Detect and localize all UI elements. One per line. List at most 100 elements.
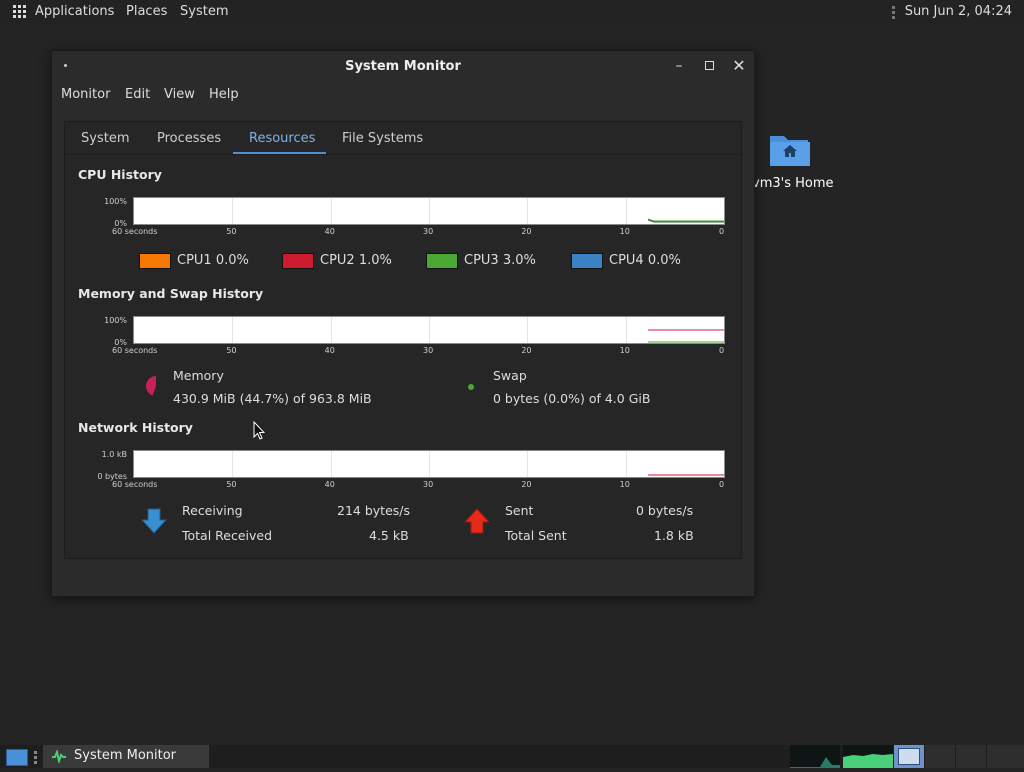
menu-edit[interactable]: Edit — [125, 87, 150, 102]
system-menu[interactable]: System — [180, 4, 228, 19]
menu-view[interactable]: View — [164, 87, 195, 102]
sent-arrow-icon[interactable] — [463, 508, 491, 534]
workspace-3[interactable] — [956, 745, 986, 768]
cpu4-color-swatch[interactable] — [571, 253, 603, 269]
close-button[interactable]: ✕ — [729, 56, 749, 76]
window-title: System Monitor — [345, 59, 461, 74]
memory-pie-icon[interactable] — [145, 374, 167, 398]
graph-gridline — [330, 198, 332, 224]
graph-gridline — [232, 317, 234, 343]
x-tick-label: 50 — [226, 227, 237, 236]
x-tick-label: 30 — [423, 227, 434, 236]
resources-panel: System Processes Resources File Systems … — [64, 121, 742, 559]
swap-pie-icon[interactable] — [468, 384, 474, 390]
total-sent-label: Total Sent — [505, 528, 567, 543]
taskbar-handle-icon — [34, 751, 37, 766]
menu-monitor[interactable]: Monitor — [61, 87, 110, 102]
cpu2-label: CPU2 1.0% — [320, 253, 392, 268]
receiving-label: Receiving — [182, 503, 243, 518]
system-monitor-window: System Monitor – ✕ Monitor Edit View Hel… — [51, 50, 755, 597]
x-tick-label: 20 — [521, 480, 532, 489]
x-tick-label: 10 — [619, 480, 630, 489]
x-tick-label: 40 — [324, 346, 335, 355]
cpu-history-title: CPU History — [78, 167, 162, 182]
taskbar-system-monitor[interactable]: System Monitor — [43, 745, 209, 768]
x-tick-label: 50 — [226, 346, 237, 355]
memory-monitor-applet[interactable] — [843, 745, 893, 768]
cpu-history-graph — [133, 197, 725, 225]
cpu1-label: CPU1 0.0% — [177, 253, 249, 268]
graph-gridline — [232, 451, 234, 477]
cpu3-color-swatch[interactable] — [426, 253, 458, 269]
graph-gridline — [428, 451, 430, 477]
x-tick-label: 0 — [719, 227, 725, 236]
home-folder-label[interactable]: vm3's Home — [752, 176, 834, 191]
x-tick-label: 40 — [324, 480, 335, 489]
graph-gridline — [232, 198, 234, 224]
x-tick-label: 10 — [619, 227, 630, 236]
maximize-icon — [704, 61, 714, 70]
show-desktop-button[interactable] — [6, 749, 28, 766]
graph-gridline — [527, 317, 529, 343]
graph-gridline — [428, 198, 430, 224]
home-folder-icon[interactable] — [769, 132, 811, 168]
memory-history-title: Memory and Swap History — [78, 286, 264, 301]
cpu-monitor-applet[interactable] — [790, 745, 840, 768]
applications-menu[interactable]: Applications — [35, 4, 114, 19]
maximize-button[interactable] — [699, 56, 719, 76]
network-history-title: Network History — [78, 420, 193, 435]
memory-y-top: 100% — [104, 316, 127, 325]
sent-value: 0 bytes/s — [636, 503, 694, 518]
workspace-1[interactable] — [894, 745, 924, 768]
panel-handle-icon[interactable] — [892, 6, 895, 21]
graph-gridline — [428, 317, 430, 343]
graph-gridline — [330, 451, 332, 477]
places-menu[interactable]: Places — [126, 4, 167, 19]
tab-processes[interactable]: Processes — [157, 131, 221, 146]
x-tick-label: 40 — [324, 227, 335, 236]
x-tick-label: 10 — [619, 346, 630, 355]
memory-label: Memory — [173, 368, 224, 383]
workspace-2[interactable] — [925, 745, 955, 768]
x-tick-label: 0 — [719, 346, 725, 355]
top-panel: Applications Places System Sun Jun 2, 04… — [0, 0, 1024, 24]
tab-resources[interactable]: Resources — [249, 131, 315, 146]
tab-system[interactable]: System — [81, 131, 129, 146]
menu-help[interactable]: Help — [209, 87, 239, 102]
receiving-value: 214 bytes/s — [337, 503, 410, 518]
cpu2-color-swatch[interactable] — [282, 253, 314, 269]
sent-label: Sent — [505, 503, 534, 518]
graph-gridline — [330, 317, 332, 343]
memory-history-graph — [133, 316, 725, 344]
cpu4-label: CPU4 0.0% — [609, 253, 681, 268]
graph-gridline — [625, 317, 627, 343]
total-received-value: 4.5 kB — [369, 528, 409, 543]
cpu3-label: CPU3 3.0% — [464, 253, 536, 268]
taskbar-task-label: System Monitor — [74, 748, 177, 763]
cpu1-color-swatch[interactable] — [139, 253, 171, 269]
window-titlebar[interactable]: System Monitor – ✕ — [52, 51, 754, 81]
memory-pie-slice — [146, 376, 156, 396]
total-received-label: Total Received — [182, 528, 273, 543]
system-monitor-app-icon — [52, 750, 66, 763]
graph-gridline — [527, 198, 529, 224]
x-tick-label: 0 — [719, 480, 725, 489]
x-tick-label: 60 seconds — [112, 227, 158, 236]
tab-file-systems[interactable]: File Systems — [342, 131, 423, 146]
x-tick-label: 30 — [423, 480, 434, 489]
x-tick-label: 50 — [226, 480, 237, 489]
x-tick-label: 30 — [423, 346, 434, 355]
graph-gridline — [625, 451, 627, 477]
tab-divider — [65, 154, 741, 155]
memory-value: 430.9 MiB (44.7%) of 963.8 MiB — [173, 391, 372, 406]
receiving-arrow-icon[interactable] — [140, 508, 168, 534]
clock[interactable]: Sun Jun 2, 04:24 — [905, 4, 1012, 19]
applications-grid-icon[interactable] — [13, 5, 27, 19]
swap-value: 0 bytes (0.0%) of 4.0 GiB — [493, 391, 651, 406]
mouse-cursor-icon — [253, 420, 266, 441]
workspace-4[interactable] — [987, 745, 1024, 768]
graph-gridline — [527, 451, 529, 477]
x-tick-label: 20 — [521, 227, 532, 236]
graph-gridline — [625, 198, 627, 224]
minimize-button[interactable]: – — [669, 56, 689, 76]
